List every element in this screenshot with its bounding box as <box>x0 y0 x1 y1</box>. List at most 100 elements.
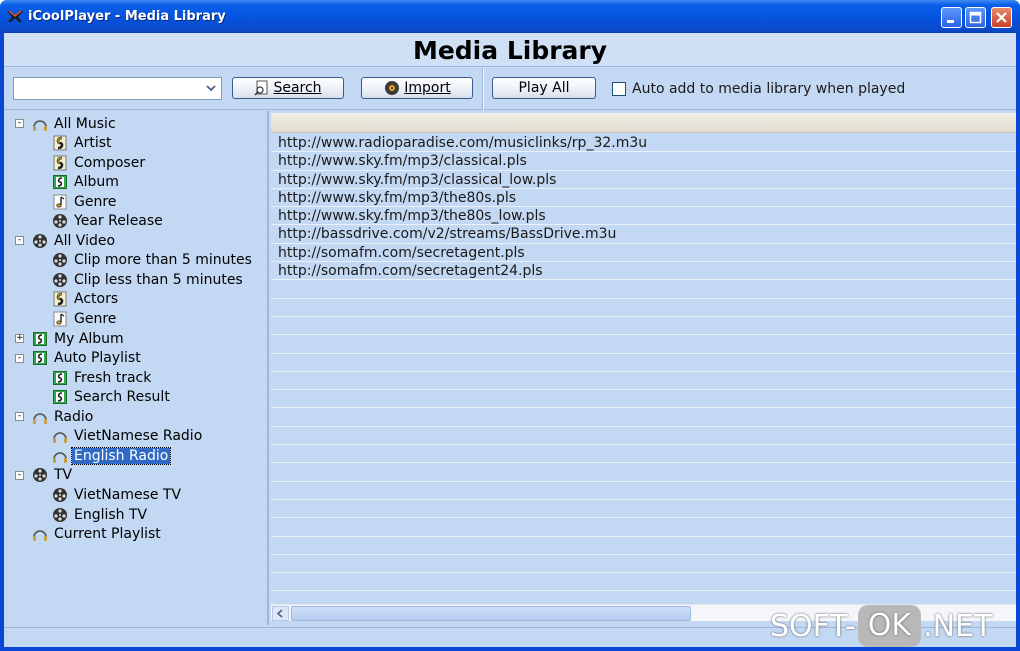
album-icon <box>52 370 68 386</box>
minimize-button[interactable] <box>941 7 962 28</box>
tree-item-label: English TV <box>74 506 148 523</box>
playlist-row[interactable]: http://bassdrive.com/v2/streams/BassDriv… <box>271 225 1016 244</box>
tree-item[interactable]: English TV <box>52 505 149 524</box>
combo-dropdown-button[interactable] <box>203 79 220 98</box>
playlist-row[interactable] <box>271 463 1016 482</box>
tree-item[interactable]: Clip less than 5 minutes <box>52 270 245 289</box>
tree-item[interactable]: Clip more than 5 minutes <box>52 251 254 270</box>
playlist-row[interactable] <box>271 427 1016 446</box>
tree-item-label: English Radio <box>70 446 172 465</box>
title-bar[interactable]: iCoolPlayer - Media Library <box>0 0 1020 33</box>
playlist-row[interactable] <box>271 372 1016 391</box>
tree-item-label: Clip more than 5 minutes <box>74 252 252 269</box>
playlist-row[interactable] <box>271 354 1016 372</box>
tree-item[interactable]: Search Result <box>52 388 172 407</box>
playlist-row[interactable]: http://somafm.com/secretagent24.pls <box>271 262 1016 281</box>
playlist-row[interactable] <box>271 500 1016 519</box>
search-button-label: Search <box>273 80 322 96</box>
watermark-left: SOFT- <box>770 608 856 644</box>
playlist-row[interactable] <box>271 518 1016 537</box>
playlist-row[interactable] <box>271 537 1016 555</box>
artist-icon <box>52 291 68 307</box>
playlist-row[interactable] <box>271 299 1016 317</box>
playlist-row[interactable] <box>271 573 1016 592</box>
film-reel-icon <box>52 213 68 229</box>
tree-expander[interactable]: - <box>15 119 24 128</box>
window-title: iCoolPlayer - Media Library <box>28 9 226 24</box>
tree-item[interactable]: Auto Playlist <box>32 349 143 368</box>
playlist-row[interactable] <box>271 408 1016 427</box>
playlist-row[interactable] <box>271 482 1016 500</box>
app-logo-icon <box>6 8 24 24</box>
scroll-left-button[interactable] <box>272 606 289 621</box>
auto-add-checkbox[interactable] <box>612 82 626 96</box>
tree-item-label: Artist <box>74 135 112 152</box>
search-doc-icon <box>254 80 268 96</box>
film-reel-icon <box>32 467 48 483</box>
playlist-row[interactable]: http://www.sky.fm/mp3/the80s_low.pls <box>271 207 1016 226</box>
tree-item[interactable]: Album <box>52 173 121 192</box>
tree-item-label: Genre <box>74 311 117 327</box>
play-all-button[interactable]: Play All <box>492 77 596 99</box>
tree-item-label: VietNamese TV <box>74 486 182 503</box>
tree-item-label: Auto Playlist <box>54 350 141 367</box>
playlist-row[interactable] <box>271 280 1016 299</box>
tree-item[interactable]: Radio <box>32 407 95 426</box>
tree-item[interactable]: Composer <box>52 153 147 172</box>
tree-item[interactable]: My Album <box>32 329 126 348</box>
toolbar-separator <box>482 68 484 110</box>
tree-item[interactable]: VietNamese Radio <box>52 427 204 446</box>
library-tree: - All Music Artist Composer Album Genre Year R… <box>4 111 269 625</box>
tree-item[interactable]: Fresh track <box>52 368 153 387</box>
playlist-row[interactable]: http://www.radioparadise.com/musiclinks/… <box>271 134 1016 153</box>
playlist-row[interactable] <box>271 335 1016 354</box>
album-icon <box>32 350 48 366</box>
chevron-down-icon <box>206 85 216 91</box>
tree-item[interactable]: Genre <box>52 192 118 211</box>
close-button[interactable] <box>991 7 1012 28</box>
radio-icon <box>32 526 48 542</box>
tree-expander[interactable]: + <box>15 334 24 344</box>
tree-item[interactable]: Artist <box>52 134 114 153</box>
playlist-row[interactable] <box>271 445 1016 464</box>
tree-expander[interactable]: - <box>15 470 24 480</box>
maximize-button[interactable] <box>965 7 986 28</box>
playlist-row[interactable]: http://www.sky.fm/mp3/the80s.pls <box>271 189 1016 208</box>
playlist-row[interactable]: http://somafm.com/secretagent.pls <box>271 244 1016 263</box>
film-reel-icon <box>52 487 68 503</box>
tree-item[interactable]: English Radio <box>52 446 172 465</box>
tree-item[interactable]: Year Release <box>52 212 165 231</box>
playlist-rows: http://www.radioparadise.com/musiclinks/… <box>271 134 1016 610</box>
tree-item[interactable]: VietNamese TV <box>52 485 183 504</box>
tree-item-label: Radio <box>54 408 94 425</box>
tree-item[interactable]: All Music <box>32 114 118 133</box>
tree-item[interactable]: TV <box>32 466 74 485</box>
playlist-row[interactable] <box>271 390 1016 409</box>
watermark-right: .NET <box>923 608 993 644</box>
play-all-button-label: Play All <box>518 80 570 96</box>
import-button[interactable]: Import <box>361 77 473 99</box>
tree-item[interactable]: Genre <box>52 310 118 329</box>
tree-item[interactable]: Actors <box>52 290 120 309</box>
playlist-row[interactable] <box>271 317 1016 336</box>
close-icon <box>996 12 1007 23</box>
playlist-row[interactable]: http://www.sky.fm/mp3/classical_low.pls <box>271 171 1016 189</box>
tree-expander[interactable]: - <box>15 236 24 246</box>
tree-item[interactable]: Current Playlist <box>32 525 163 544</box>
search-combo[interactable] <box>13 77 222 100</box>
music-note-icon <box>52 194 68 210</box>
tree-item-label: Album <box>74 174 119 191</box>
chevron-left-icon <box>276 609 283 618</box>
tree-item[interactable]: All Video <box>32 231 117 250</box>
scroll-thumb[interactable] <box>291 606 691 621</box>
tree-expander[interactable]: - <box>15 353 24 363</box>
tree-expander[interactable]: - <box>15 412 24 422</box>
playlist-row[interactable]: http://www.sky.fm/mp3/classical.pls <box>271 152 1016 171</box>
search-button[interactable]: Search <box>232 77 344 99</box>
artist-icon <box>52 155 68 171</box>
list-column-header[interactable] <box>271 113 1016 133</box>
tree-item-label: Current Playlist <box>54 526 161 543</box>
watermark-mid: OK <box>857 605 922 647</box>
playlist-row[interactable] <box>271 555 1016 574</box>
tree-item-label: My Album <box>54 330 124 347</box>
